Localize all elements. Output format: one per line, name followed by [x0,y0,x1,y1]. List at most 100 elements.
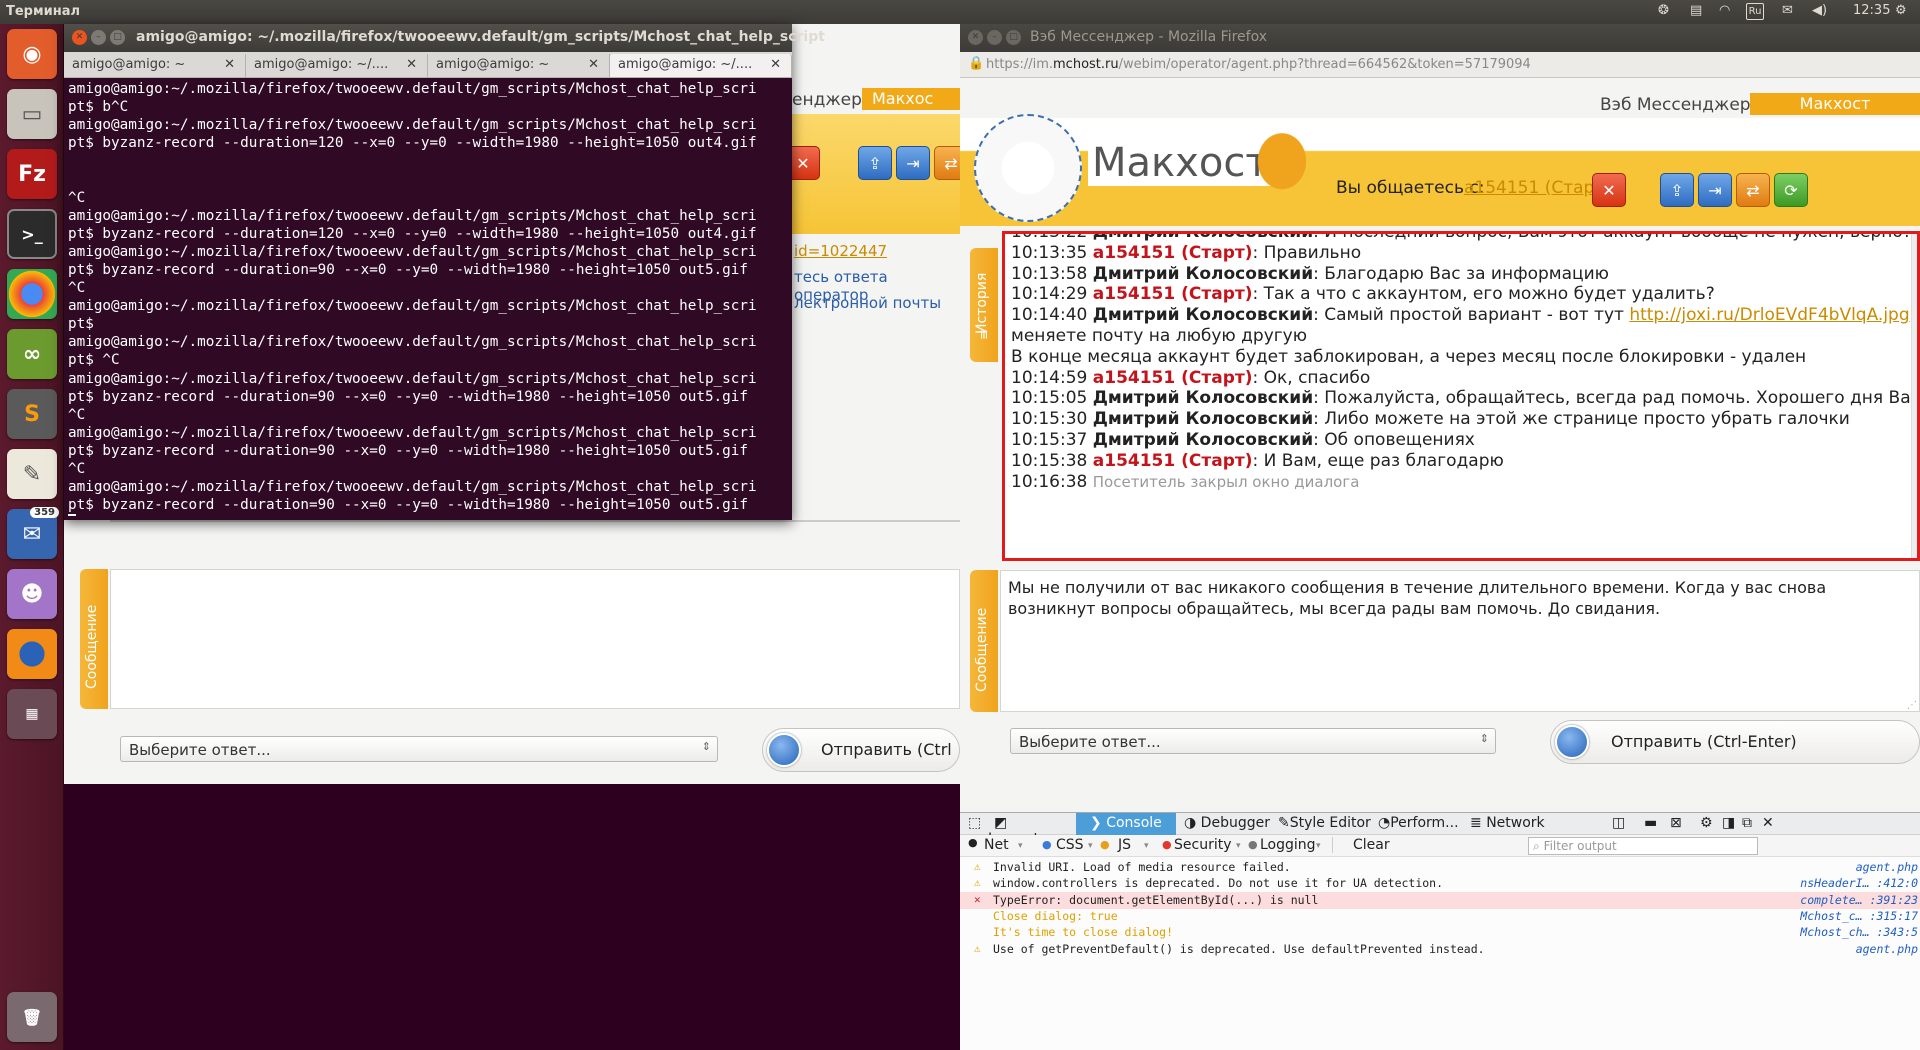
filter-security[interactable]: Security [1174,837,1232,853]
console-source-link[interactable]: nsHeaderI… :412:0 [1800,876,1918,890]
workspace-switcher-icon[interactable]: ▦ [7,689,57,739]
volume-icon[interactable]: ◀) [1812,3,1827,18]
keyboard-layout[interactable]: Ru [1746,3,1764,20]
message-link[interactable]: http://joxi.ru/DrloEVdF4bVlqA.jpg [1629,305,1909,325]
console-source-link[interactable]: complete… :391:23 [1800,893,1918,907]
console-source-link[interactable]: Mchost_ch… :343:5 [1800,925,1918,939]
upload-file-button[interactable]: ⇪ [1660,173,1694,207]
devtools-tab-debugger[interactable]: ◑ Debugger [1178,813,1274,835]
send-button[interactable]: Отправить (Ctrl-Enter) [1550,720,1920,764]
resize-handle-icon[interactable]: ⋰ [1907,700,1917,711]
pick-element-icon[interactable]: ⬚ [968,815,981,831]
firefox-icon[interactable] [7,629,57,679]
console-row[interactable]: ⚠ Invalid URI. Load of media resource fai… [960,859,1920,876]
filezilla-icon[interactable]: Fz [7,149,57,199]
trash-icon[interactable]: 🗑 [7,992,57,1042]
close-tab-icon[interactable]: ✕ [770,57,781,72]
maximize-window-icon[interactable]: □ [110,30,125,45]
filter-logging-arrow-icon[interactable]: ▾ [1316,841,1321,851]
devtools-tab-console[interactable]: ❯ Console [1076,813,1176,835]
console-row[interactable]: ⚠ Use of getPreventDefault() is deprecate… [960,941,1920,958]
console-row[interactable]: ✕ TypeError: document.getElementById(...)… [960,891,1920,909]
terminal-tab[interactable]: amigo@amigo: ~ ✕ [428,54,610,77]
terminal-tab[interactable]: amigo@amigo: ~/.... ✕ [246,54,428,77]
close-tab-icon[interactable]: ✕ [406,57,417,72]
filter-net-arrow-icon[interactable]: ▾ [1018,841,1023,851]
chat-log[interactable]: 10:13:22 Дмитрий Колосовский: И последни… [1002,231,1920,561]
transfer-button[interactable]: ⇄ [1736,173,1770,207]
clear-button[interactable]: Clear [1332,837,1390,853]
refresh-button[interactable]: ⟳ [1774,173,1808,207]
bg-send-button[interactable]: Отправить (Ctrl [762,728,960,772]
undock-icon[interactable]: ⧉ [1742,815,1752,831]
clock[interactable]: 12:35 [1853,3,1890,18]
answer-select[interactable]: Выберите ответ... ⇕ [1010,728,1496,754]
message-input[interactable]: Мы не получили от вас никакого сообщения… [1000,570,1920,712]
console-row[interactable]: Close dialog: true Mchost_c… :315:17 [960,908,1920,925]
chat-scrollbar[interactable] [1911,234,1917,558]
devtools-tab-network[interactable]: ≣ Network [1466,813,1556,835]
dock-side-icon[interactable]: ◨ [1722,815,1735,831]
filter-css-arrow-icon[interactable]: ▾ [1088,841,1093,851]
maximize-window-icon[interactable]: □ [1006,30,1021,45]
text-editor-icon[interactable]: ✎ [7,449,57,499]
settings-gear-icon[interactable]: ⚙ [1700,815,1713,831]
terminal-output[interactable]: amigo@amigo:~/.mozilla/firefox/twooeewv.… [68,80,790,516]
steam-icon[interactable]: ❂ [1658,3,1669,18]
devtools-tab-style-editor[interactable]: ✎Style Editor [1276,813,1376,835]
chat-icon[interactable]: ☻ [7,569,57,619]
power-gear-icon[interactable]: ⚙ [1895,3,1907,18]
wifi-icon[interactable]: ◠ [1719,3,1730,18]
bg-redirect-button[interactable]: ⇥ [896,146,930,180]
console-row[interactable]: ⚠ window.controllers is deprecated. Do no… [960,875,1920,892]
close-tab-icon[interactable]: ✕ [588,57,599,72]
filter-output-input[interactable]: ⌕ Filter output [1528,837,1758,855]
clipboard-icon[interactable]: ▤ [1690,3,1702,18]
filter-css[interactable]: CSS [1056,837,1084,853]
close-devtools-icon[interactable]: ✕ [1762,815,1774,831]
terminal-tab[interactable]: amigo@amigo: ~ ✕ [64,54,246,77]
screenshot-icon[interactable]: ⊠ [1670,815,1682,831]
console-source-link[interactable]: agent.php [1856,942,1918,956]
filter-js-arrow-icon[interactable]: ▾ [1144,841,1149,851]
message-tab[interactable]: Сообщение [970,570,998,712]
bg-upload-button[interactable]: ⇪ [858,146,892,180]
console-source-link[interactable]: Mchost_c… :315:17 [1800,909,1918,923]
bg-message-tab[interactable]: Сообщение [80,569,108,709]
console-source-link[interactable]: agent.php [1856,860,1918,874]
redirect-button[interactable]: ⇥ [1698,173,1732,207]
pidgin-like-icon[interactable]: ∞ [7,329,57,379]
terminal-tab-active[interactable]: amigo@amigo: ~/.... ✕ [610,54,792,77]
bg-message-input[interactable] [110,569,960,709]
close-window-icon[interactable]: ✕ [968,30,983,45]
history-tab[interactable]: История ≡ [970,248,998,362]
close-chat-button[interactable]: ✕ [1592,173,1626,207]
files-icon[interactable]: ▭ [7,89,57,139]
minimize-window-icon[interactable]: – [987,30,1002,45]
chrome-icon[interactable] [7,269,57,319]
console-row[interactable]: It's time to close dialog! Mchost_ch… :34… [960,924,1920,941]
message-text: : Благодарю Вас за информацию [1313,263,1609,284]
brand-button[interactable]: Макхост [1750,93,1920,115]
close-tab-icon[interactable]: ✕ [224,57,235,72]
filter-security-arrow-icon[interactable]: ▾ [1236,841,1241,851]
thunderbird-icon[interactable]: ✉ 359 [7,507,59,559]
responsive-mode-icon[interactable]: ▬ [1644,815,1657,831]
bg-answer-select[interactable]: Выберите ответ... ⇕ [120,736,718,762]
url-bar[interactable]: 🔒 https://im.mchost.ru/webim/operator/ag… [960,52,1920,78]
sublime-text-icon[interactable]: S [7,389,57,439]
bg-brand-button[interactable]: Макхос [862,88,960,110]
mail-icon[interactable]: ✉ [1782,3,1793,18]
ubuntu-home-icon[interactable]: ◉ [7,29,57,79]
chatting-with-user[interactable]: a154151 (Старт) [1464,178,1611,198]
devtools-tab-inspector[interactable]: ◩ Inspector [988,813,1076,847]
filter-js[interactable]: JS [1118,837,1131,853]
minimize-window-icon[interactable]: – [91,30,106,45]
split-console-icon[interactable]: ◫ [1612,815,1625,831]
close-window-icon[interactable]: ✕ [72,30,87,45]
terminal-icon[interactable]: >_ [7,209,57,259]
filter-net[interactable]: Net [984,837,1009,853]
filter-logging[interactable]: Logging [1260,837,1316,853]
bg-link[interactable]: id=1022447 [794,242,887,260]
devtools-tab-performance[interactable]: ◔Perform... [1376,813,1476,835]
